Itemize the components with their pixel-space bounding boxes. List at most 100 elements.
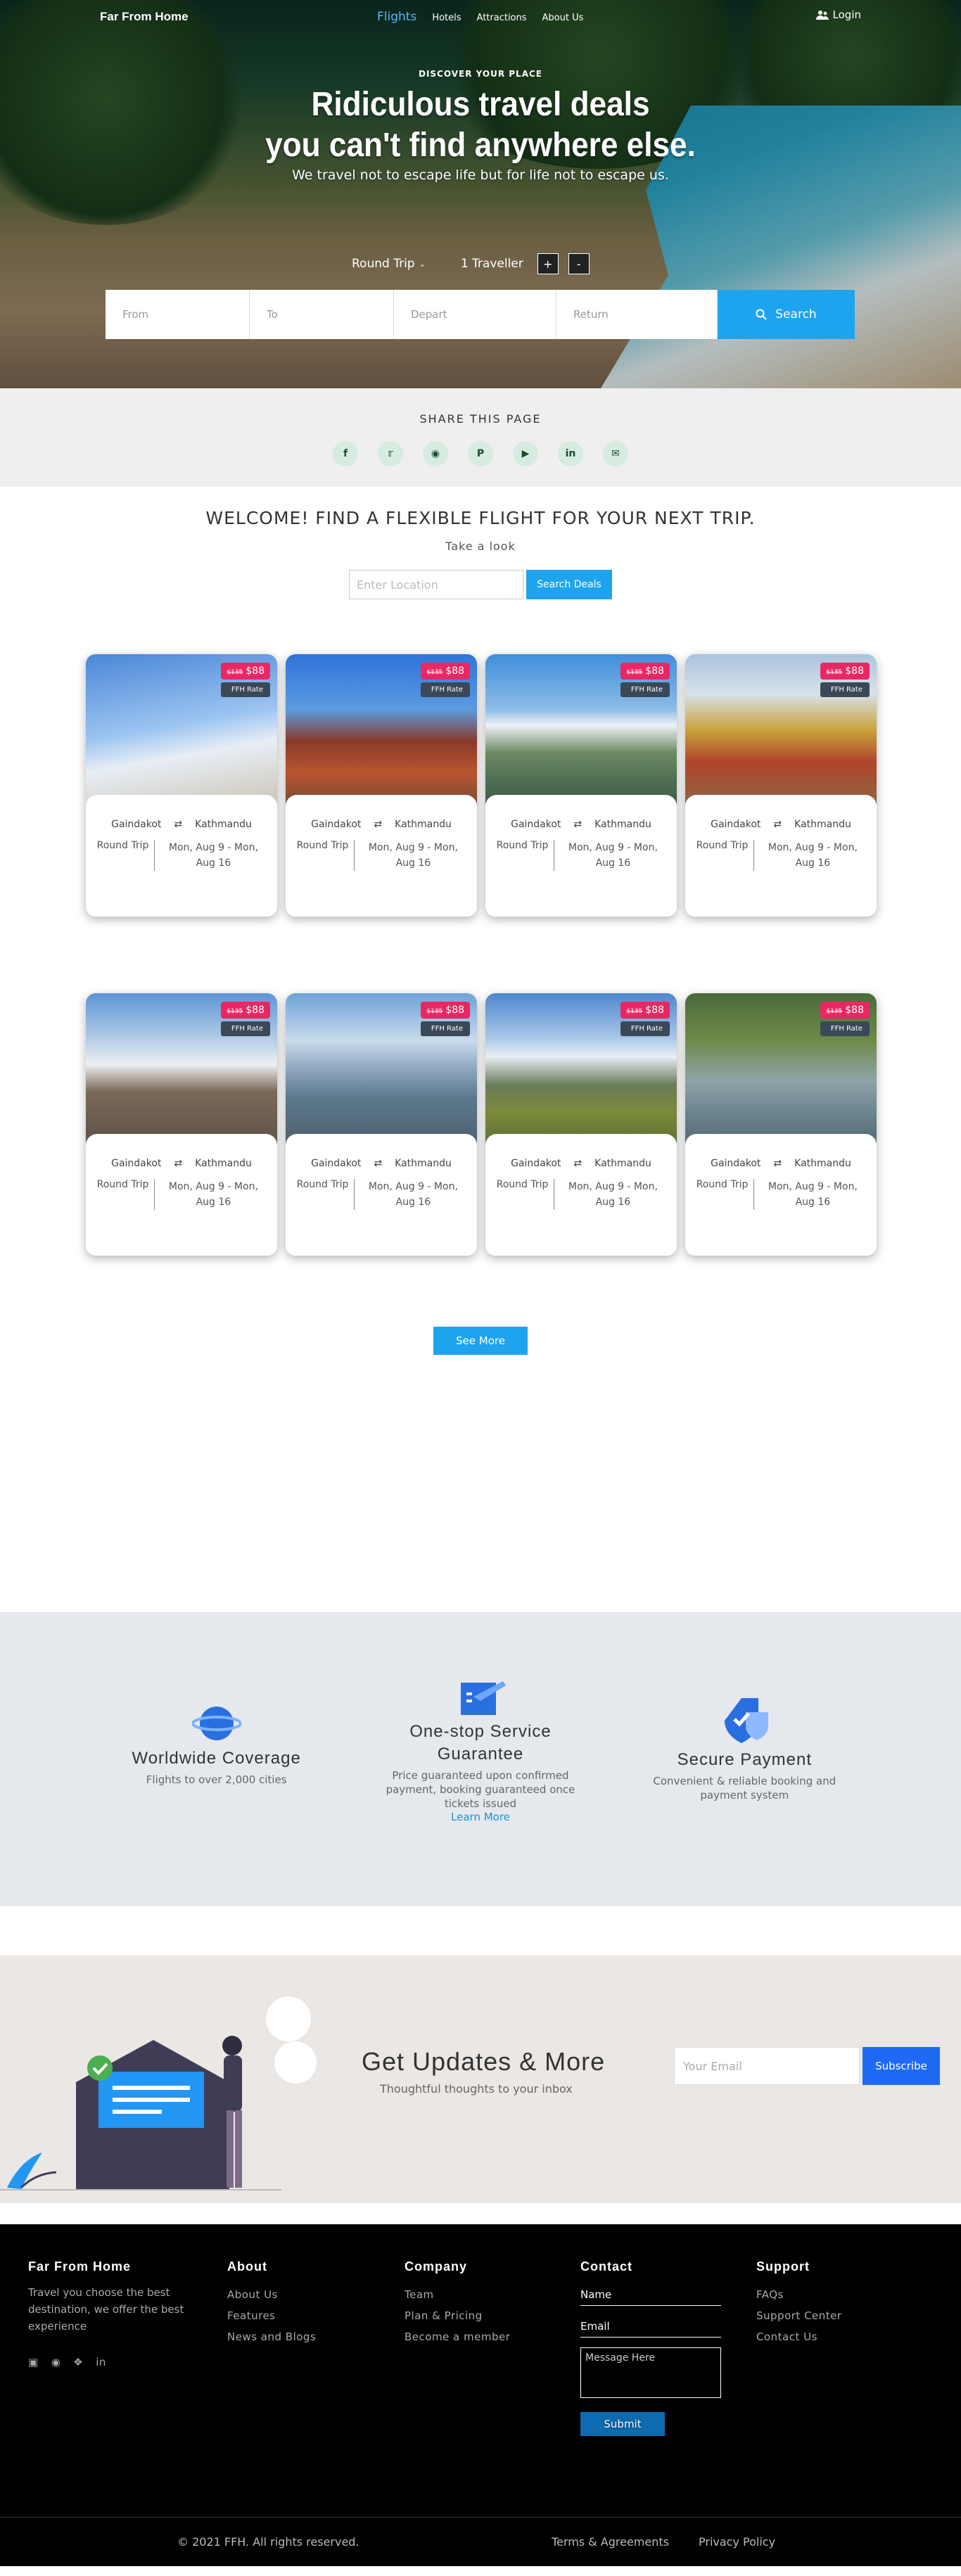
email-field[interactable]: Email [580, 2316, 721, 2338]
origin: Gaindakot [711, 819, 761, 830]
hero-text: DISCOVER YOUR PLACE Ridiculous travel de… [0, 69, 961, 183]
deal-card[interactable]: $135 $88 FFH Rate Gaindakot ⇄ Kathmandu Round … [86, 993, 277, 1256]
youtube-icon[interactable]: ▶ [513, 441, 538, 466]
footer-link[interactable]: Plan & Pricing [405, 2305, 510, 2326]
origin: Gaindakot [111, 819, 162, 830]
pinterest-icon[interactable]: P [468, 441, 493, 466]
name-field[interactable]: Name [580, 2284, 721, 2306]
facebook-icon[interactable]: ▣ [28, 2352, 39, 2373]
footer-link[interactable]: About Us [227, 2284, 316, 2305]
message-field[interactable]: Message Here [580, 2347, 721, 2398]
footer-about: Far From Home Travel you choose the best… [28, 2259, 204, 2373]
deals-row-2: $135 $88 FFH Rate Gaindakot ⇄ Kathmandu Round … [86, 993, 961, 1256]
deal-price: $88 [246, 665, 265, 677]
exchange-icon: ⇄ [573, 819, 583, 830]
spacer [0, 2203, 961, 2224]
learn-more-link[interactable]: Learn More [451, 1811, 510, 1823]
copyright: © 2021 FFH. All rights reserved. [177, 2535, 359, 2549]
return-field[interactable]: Return [556, 290, 718, 339]
facebook-icon[interactable]: f [333, 441, 358, 466]
newsletter-section: Get Updates & More Thoughtful thoughts t… [0, 1956, 961, 2203]
terms-link[interactable]: Terms & Agreements [552, 2535, 669, 2549]
email-input[interactable]: Your Email [674, 2047, 860, 2085]
exchange-icon: ⇄ [374, 1158, 383, 1169]
location-input[interactable]: Enter Location [349, 570, 523, 599]
nav-hotels[interactable]: Hotels [432, 13, 461, 23]
newsletter-title: Get Updates & More [362, 2047, 606, 2076]
footer-link[interactable]: Support Center [756, 2305, 842, 2326]
price-badge: $135 $88 FFH Rate [620, 663, 670, 697]
linkedin-icon[interactable]: in [96, 2352, 106, 2373]
trip-type: Round Trip [97, 840, 155, 871]
origin: Gaindakot [511, 819, 561, 830]
old-price: $135 [426, 1008, 443, 1015]
twitter-icon[interactable]: ❖ [73, 2352, 83, 2373]
destination: Kathmandu [195, 819, 252, 830]
deal-card[interactable]: $135 $88 FFH Rate Gaindakot ⇄ Kathmandu Round … [286, 654, 477, 917]
traveller-minus-button[interactable]: - [568, 253, 590, 274]
nav-flights[interactable]: Flights [377, 10, 416, 24]
from-field[interactable]: From [106, 290, 250, 339]
twitter-icon[interactable]: 𝕣 [378, 441, 403, 466]
rate-label: FFH Rate [421, 682, 470, 697]
feature-secure: Secure Payment Convenient & reliable boo… [635, 1676, 853, 1906]
feature-text: Price guaranteed upon confirmed payment,… [386, 1769, 575, 1810]
subscribe-button[interactable]: Subscribe [863, 2047, 940, 2085]
price-badge: $135 $88 FFH Rate [221, 663, 270, 697]
depart-field[interactable]: Depart [394, 290, 556, 339]
login-label: Login [832, 8, 861, 21]
old-price: $135 [626, 669, 643, 676]
deal-card[interactable]: $135 $88 FFH Rate Gaindakot ⇄ Kathmandu Round … [286, 993, 477, 1256]
trip-type-select[interactable]: Round Trip ⌄ [352, 257, 426, 271]
deal-card[interactable]: $135 $88 FFH Rate Gaindakot ⇄ Kathmandu Round … [485, 654, 677, 917]
traveller-plus-button[interactable]: + [537, 253, 559, 274]
exchange-icon: ⇄ [573, 1158, 583, 1169]
instagram-icon[interactable]: ◉ [51, 2352, 61, 2373]
trip-type: Round Trip [497, 840, 555, 871]
exchange-icon: ⇄ [773, 1158, 782, 1169]
hero-section: Far From Home Flights Hotels Attractions… [0, 0, 961, 388]
deal-card[interactable]: $135 $88 FFH Rate Gaindakot ⇄ Kathmandu Round … [86, 654, 277, 917]
footer-heading: Contact [580, 2259, 632, 2274]
social-share-icons: f 𝕣 ◉ P ▶ in ✉ [0, 441, 961, 466]
price-badge: $135 $88 FFH Rate [221, 1002, 270, 1036]
footer-link[interactable]: Become a member [405, 2326, 510, 2347]
footer-link[interactable]: News and Blogs [227, 2326, 316, 2347]
feature-title: Worldwide Coverage [132, 1749, 301, 1768]
footer-link[interactable]: Contact Us [756, 2326, 842, 2347]
hero-title-line1: Ridiculous travel deals [311, 86, 650, 123]
submit-button[interactable]: Submit [580, 2412, 665, 2436]
email-icon[interactable]: ✉ [603, 441, 628, 466]
flight-search-form: From To Depart Return Search [106, 290, 855, 339]
search-label: Search [775, 307, 817, 321]
deal-card[interactable]: $135 $88 FFH Rate Gaindakot ⇄ Kathmandu Round … [685, 654, 877, 917]
location-search: Enter Location Search Deals [0, 570, 961, 599]
deal-card[interactable]: $135 $88 FFH Rate Gaindakot ⇄ Kathmandu Round … [685, 993, 877, 1256]
linkedin-icon[interactable]: in [558, 441, 583, 466]
price-badge: $135 $88 FFH Rate [421, 1002, 470, 1036]
footer-link[interactable]: Features [227, 2305, 316, 2326]
nav-about[interactable]: About Us [542, 13, 584, 23]
deal-card[interactable]: $135 $88 FFH Rate Gaindakot ⇄ Kathmandu Round … [485, 993, 677, 1256]
welcome-section: WELCOME! FIND A FLEXIBLE FLIGHT FOR YOUR… [0, 487, 961, 599]
privacy-link[interactable]: Privacy Policy [699, 2535, 775, 2549]
deal-price: $88 [845, 665, 864, 677]
trip-dates: Mon, Aug 9 - Mon, Aug 16 [368, 1181, 458, 1208]
footer-heading: Support [756, 2259, 810, 2274]
nav-attractions[interactable]: Attractions [477, 13, 527, 23]
deal-price: $88 [845, 1005, 864, 1016]
footer-link[interactable]: Team [405, 2284, 510, 2305]
footer-link[interactable]: FAQs [756, 2284, 842, 2305]
search-button[interactable]: Search [718, 290, 855, 339]
feature-title: Secure Payment [677, 1750, 813, 1769]
login-button[interactable]: Login [815, 8, 861, 21]
instagram-icon[interactable]: ◉ [423, 441, 448, 466]
trip-type: Round Trip [297, 840, 355, 871]
trip-type-label: Round Trip [352, 257, 415, 271]
to-field[interactable]: To [250, 290, 394, 339]
search-deals-button[interactable]: Search Deals [526, 570, 612, 599]
brand-logo[interactable]: Far From Home [100, 10, 189, 24]
see-more-button[interactable]: See More [433, 1327, 528, 1355]
search-icon [756, 309, 768, 320]
